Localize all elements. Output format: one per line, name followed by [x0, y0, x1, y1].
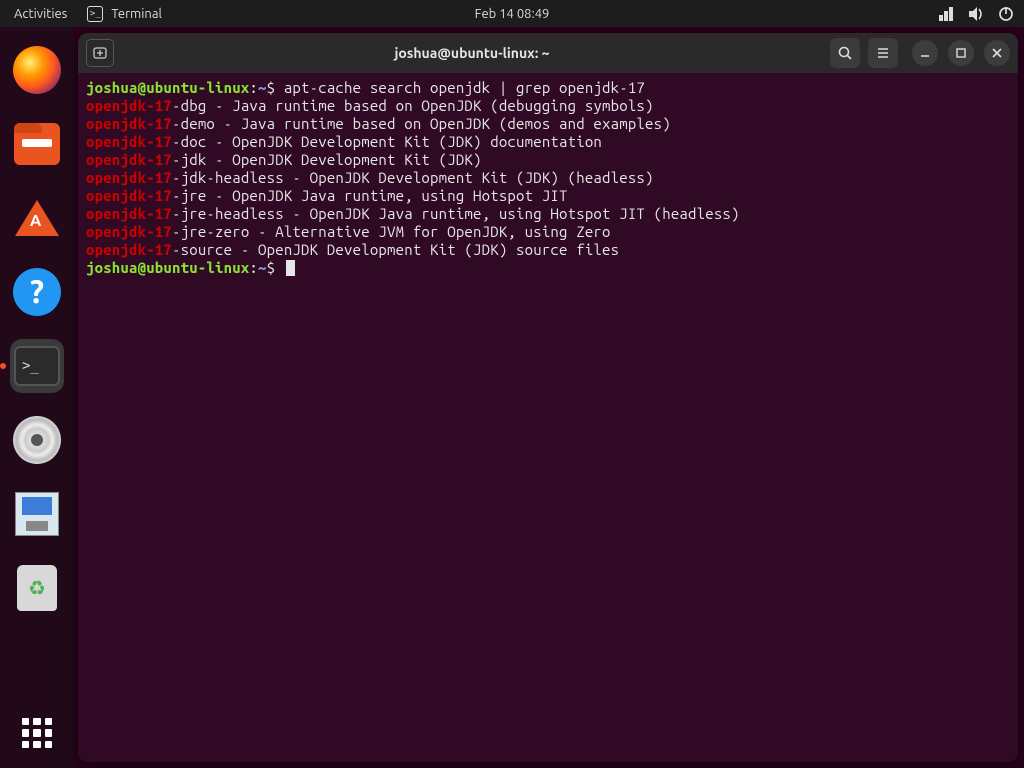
window-title: joshua@ubuntu-linux: ~	[122, 45, 822, 61]
files-icon	[14, 123, 60, 165]
titlebar[interactable]: joshua@ubuntu-linux: ~	[78, 33, 1018, 73]
activities-button[interactable]: Activities	[0, 7, 81, 21]
dock-software[interactable]	[10, 191, 64, 245]
software-icon	[15, 200, 59, 236]
firefox-icon	[13, 46, 61, 94]
power-icon[interactable]	[998, 6, 1014, 22]
search-button[interactable]	[830, 38, 860, 68]
hamburger-icon	[875, 45, 891, 61]
terminal-window: joshua@ubuntu-linux: ~ joshua@ubuntu-lin…	[78, 33, 1018, 762]
system-tray[interactable]	[938, 6, 1014, 22]
terminal-mini-icon: >_	[87, 6, 103, 22]
dock-help[interactable]: ?	[10, 265, 64, 319]
volume-icon[interactable]	[968, 6, 984, 22]
close-button[interactable]	[984, 40, 1010, 66]
app-menu[interactable]: >_ Terminal	[81, 6, 168, 22]
floppy-icon	[15, 492, 59, 536]
new-tab-icon	[92, 45, 108, 61]
terminal-output[interactable]: joshua@ubuntu-linux:~$ apt-cache search …	[78, 73, 1018, 762]
help-icon: ?	[13, 268, 61, 316]
maximize-icon	[955, 47, 967, 59]
search-icon	[837, 45, 853, 61]
dock: ? >_ ♻	[0, 27, 74, 768]
dock-firefox[interactable]	[10, 43, 64, 97]
show-applications-button[interactable]	[0, 718, 74, 748]
top-panel: Activities >_ Terminal Feb 14 08:49	[0, 0, 1024, 27]
trash-icon: ♻	[17, 565, 57, 611]
dock-terminal[interactable]: >_	[10, 339, 64, 393]
terminal-icon: >_	[14, 346, 60, 386]
disc-icon	[13, 416, 61, 464]
minimize-button[interactable]	[912, 40, 938, 66]
hamburger-menu-button[interactable]	[868, 38, 898, 68]
dock-disc[interactable]	[10, 413, 64, 467]
new-tab-button[interactable]	[86, 39, 114, 67]
dock-files[interactable]	[10, 117, 64, 171]
apps-grid-icon	[22, 718, 52, 748]
app-menu-label: Terminal	[111, 7, 162, 21]
network-icon[interactable]	[938, 6, 954, 22]
minimize-icon	[919, 47, 931, 59]
maximize-button[interactable]	[948, 40, 974, 66]
dock-trash[interactable]: ♻	[10, 561, 64, 615]
close-icon	[991, 47, 1003, 59]
dock-floppy[interactable]	[10, 487, 64, 541]
clock[interactable]: Feb 14 08:49	[475, 7, 550, 21]
